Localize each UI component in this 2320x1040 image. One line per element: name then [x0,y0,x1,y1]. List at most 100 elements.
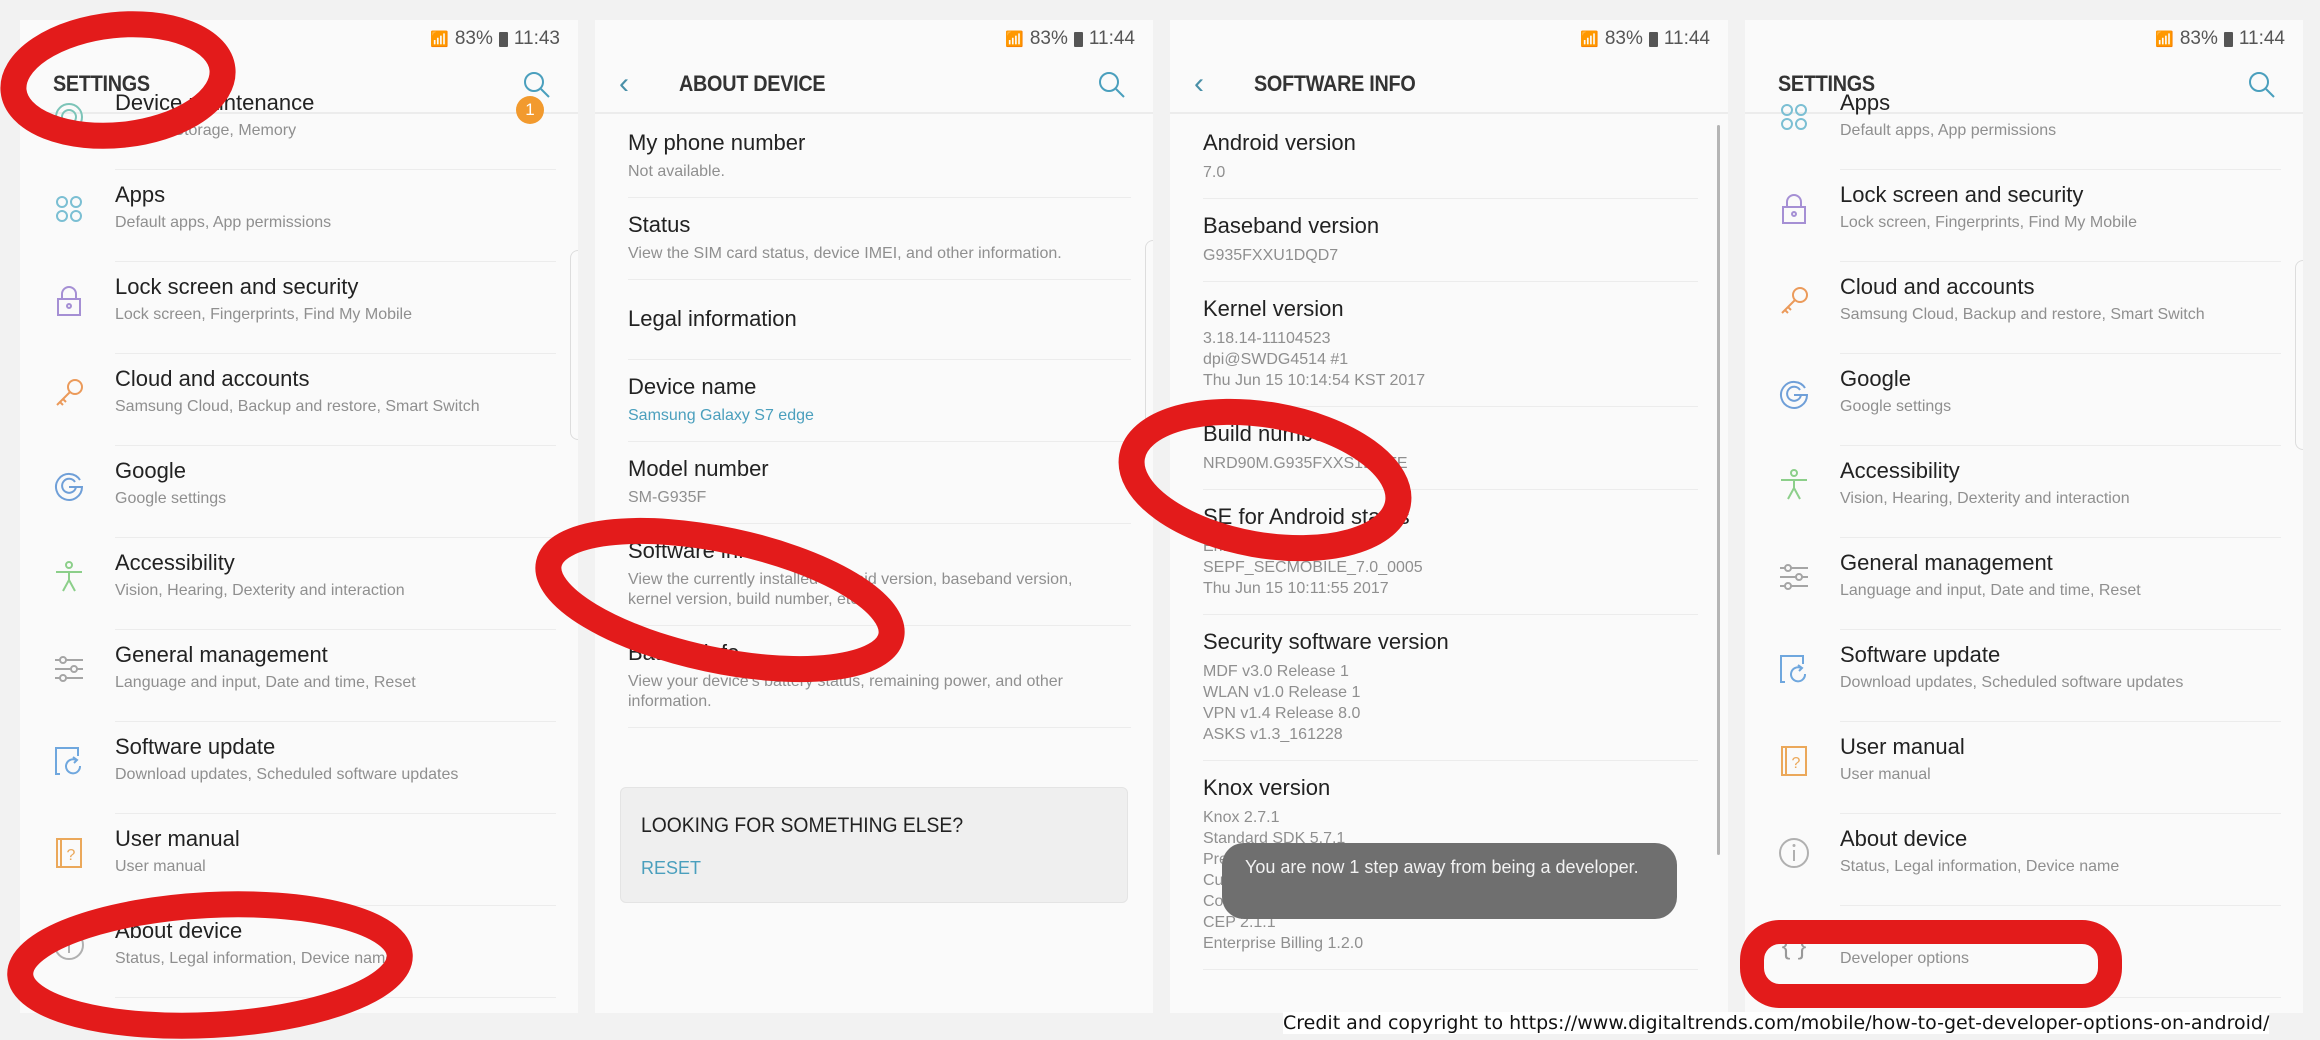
settings-item-developer-options[interactable]: { } Developer options Developer options [1745,906,2303,998]
apps-icon [52,192,86,226]
software-info-item-security-software-version[interactable]: Security software version MDF v3.0 Releas… [1170,615,1728,761]
about-device-screen: 📶 83% 11:44 ‹ ABOUT DEVICE My phone numb… [595,20,1153,1013]
item-title: Lock screen and security [115,274,359,299]
item-title: Apps [1840,90,1891,115]
lock-icon [1777,192,1811,226]
sliders-icon [1777,560,1811,594]
item-value: MDF v3.0 Release 1 WLAN v1.0 Release 1 VPN… [1203,661,1728,745]
edge-panel-handle[interactable] [1145,240,1153,430]
back-icon[interactable]: ‹ [619,67,665,101]
clock: 11:44 [1663,28,1710,49]
item-title: Kernel version [1203,296,1344,321]
settings-item-apps[interactable]: Apps Default apps, App permissions [1745,78,2303,170]
settings-item-device-maintenance[interactable]: Device maintenance Battery, Storage, Memo… [20,78,578,170]
app-bar: ‹ SOFTWARE INFO [1170,56,1728,114]
value-line: WLAN v1.0 Release 1 [1203,684,1361,701]
about-item-software-info[interactable]: Software info View the currently installe… [595,524,1153,626]
item-title: Model number [628,456,769,481]
settings-item-cloud-and-accounts[interactable]: Cloud and accounts Samsung Cloud, Backup … [20,354,578,446]
google-icon [52,468,86,502]
key-icon [1777,284,1811,318]
software-update-icon [1777,652,1811,686]
about-item-battery-info[interactable]: Battery info View your device's battery s… [595,626,1153,728]
item-subtitle: Lock screen, Fingerprints, Find My Mobil… [115,306,412,323]
item-title: My phone number [628,130,806,155]
settings-item-about-device[interactable]: About device Status, Legal information, D… [20,906,578,998]
item-subtitle: Language and input, Date and time, Reset [1840,582,2141,599]
value-line: SEPF_SECMOBILE_7.0_0005 [1203,559,1423,576]
reset-link[interactable]: RESET [641,858,701,879]
scrollbar[interactable] [1717,125,1720,855]
settings-item-lock-screen-and-security[interactable]: Lock screen and security Lock screen, Fin… [20,262,578,354]
settings-item-google[interactable]: Google Google settings [1745,354,2303,446]
item-subtitle: Not available. [628,163,725,180]
item-subtitle: User manual [1840,766,1931,783]
item-title: Legal information [628,306,797,331]
settings-item-user-manual[interactable]: ? User manual User manual [20,814,578,906]
item-value: G935FXXU1DQD7 [1203,245,1728,266]
value-line: 7.0 [1203,164,1226,181]
item-subtitle: Samsung Cloud, Backup and restore, Smart… [115,398,480,415]
back-icon[interactable]: ‹ [1194,67,1240,101]
item-title: About device [1840,826,1968,851]
settings-item-general-management[interactable]: General management Language and input, Da… [20,630,578,722]
item-title: Build number [1203,421,1333,446]
item-title: Device name [628,374,757,399]
item-title: General management [1840,550,2053,575]
info-icon [1777,836,1811,870]
about-item-status[interactable]: Status View the SIM card status, device I… [595,198,1153,280]
clock: 11:43 [513,28,560,49]
status-bar: 📶 83% 11:44 [2155,24,2285,54]
edge-panel-handle[interactable] [570,250,578,440]
item-subtitle: User manual [115,858,206,875]
battery-percent: 83% [1604,28,1643,49]
settings-item-user-manual[interactable]: ? User manual User manual [1745,722,2303,814]
settings-item-cloud-and-accounts[interactable]: Cloud and accounts Samsung Cloud, Backup … [1745,262,2303,354]
divider [1840,997,2281,998]
item-title: Developer options [1840,918,2018,943]
developer-braces-icon: { } [1777,928,1811,962]
item-title: Android version [1203,130,1356,155]
settings-item-google[interactable]: Google Google settings [20,446,578,538]
settings-item-software-update[interactable]: Software update Download updates, Schedul… [1745,630,2303,722]
settings-item-about-device[interactable]: About device Status, Legal information, D… [1745,814,2303,906]
item-title: About device [115,918,243,943]
item-title: Battery info [628,640,740,665]
software-info-item-android-version[interactable]: Android version 7.0 [1170,116,1728,199]
settings-item-software-update[interactable]: Software update Download updates, Schedul… [20,722,578,814]
settings-item-apps[interactable]: Apps Default apps, App permissions [20,170,578,262]
software-info-screen: 📶 83% 11:44 ‹ SOFTWARE INFO Android vers… [1170,20,1728,1013]
settings-item-accessibility[interactable]: Accessibility Vision, Hearing, Dexterity … [20,538,578,630]
software-info-item-se-for-android-status[interactable]: SE for Android status Enforcing SEPF_SECMO… [1170,490,1728,615]
software-info-item-baseband-version[interactable]: Baseband version G935FXXU1DQD7 [1170,199,1728,282]
item-value: NRD90M.G935FXXS1DQFE [1203,453,1728,474]
battery-percent: 83% [2179,28,2218,49]
edge-panel-handle[interactable] [2295,260,2303,450]
about-item-legal-information[interactable]: Legal information [595,280,1153,360]
software-info-list: Android version 7.0 Baseband version G935FX… [1170,116,1728,970]
software-info-item-kernel-version[interactable]: Kernel version 3.18.14-11104523 dpi@SWDG45… [1170,282,1728,407]
item-subtitle: View the SIM card status, device IMEI, a… [628,245,1062,262]
item-title: SE for Android status [1203,504,1410,529]
user-manual-icon: ? [52,836,86,870]
about-item-my-phone-number[interactable]: My phone number Not available. [595,116,1153,198]
item-title: Google [115,458,186,483]
settings-item-lock-screen-and-security[interactable]: Lock screen and security Lock screen, Fin… [1745,170,2303,262]
about-device-list: My phone number Not available. Status View … [595,116,1153,728]
value-line: MDF v3.0 Release 1 [1203,663,1349,680]
item-subtitle: View your device's battery status, remai… [628,673,1063,710]
about-item-model-number[interactable]: Model number SM-G935F [595,442,1153,524]
battery-percent: 83% [454,28,493,49]
about-item-device-name[interactable]: Device name Samsung Galaxy S7 edge [595,360,1153,442]
status-bar: 📶 83% 11:44 [1005,24,1135,54]
settings-item-accessibility[interactable]: Accessibility Vision, Hearing, Dexterity … [1745,446,2303,538]
info-icon [52,928,86,962]
item-subtitle: Status, Legal information, Device name [115,950,395,967]
settings-list: Apps Default apps, App permissions Lock sc… [1745,78,2303,998]
search-icon[interactable] [1097,70,1127,100]
item-title: Status [628,212,691,237]
item-subtitle: Default apps, App permissions [115,214,332,231]
software-info-item-build-number[interactable]: Build number NRD90M.G935FXXS1DQFE [1170,407,1728,490]
item-title: Apps [115,182,166,207]
settings-item-general-management[interactable]: General management Language and input, Da… [1745,538,2303,630]
